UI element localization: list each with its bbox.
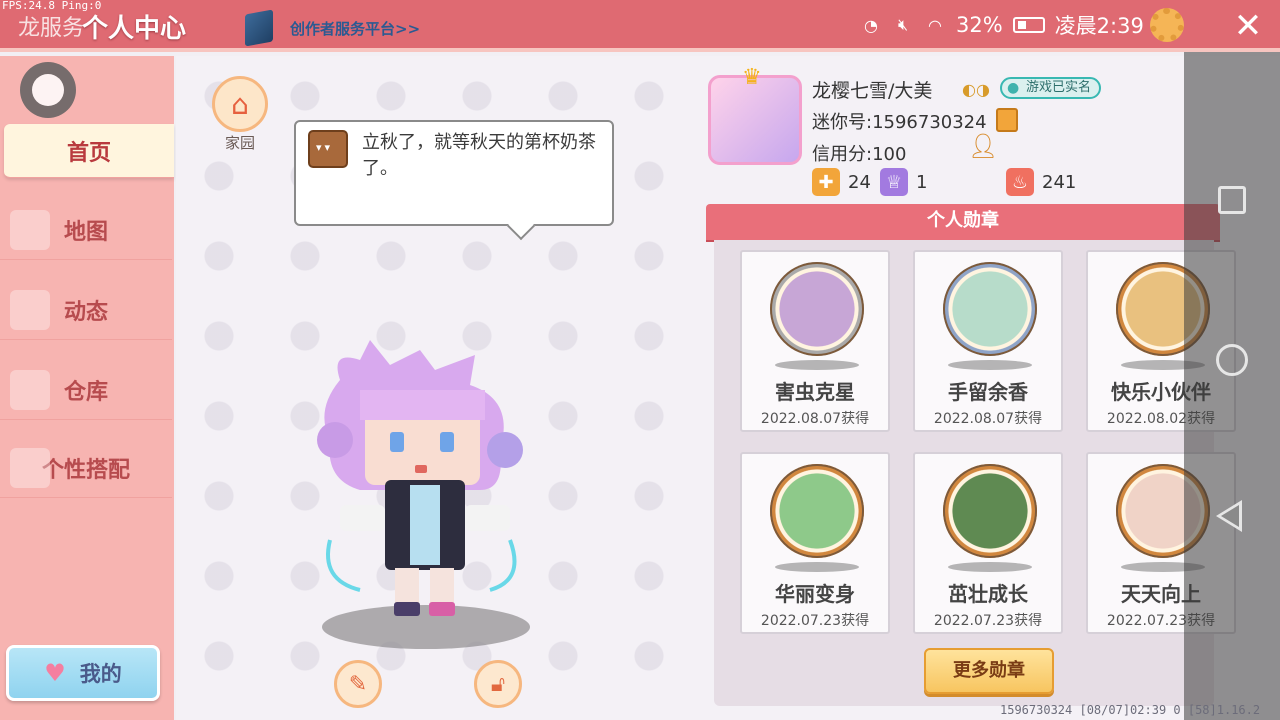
user-name: 龙樱七雪/大美 [812, 80, 933, 102]
medal-shadow [948, 360, 1032, 370]
medal-shadow [775, 562, 859, 572]
sidebar-item-map[interactable]: 地图 [0, 200, 172, 260]
battery-percent: 32% [956, 13, 1003, 37]
home-circle-icon[interactable] [1216, 344, 1248, 376]
sidebar-item-label: 仓库 [63, 379, 108, 405]
crown-icon: ♛ [742, 65, 762, 90]
sidebar-item-home[interactable]: 首页 [4, 124, 174, 178]
cup-icon: ♕ [880, 168, 908, 196]
sidebar-item-storage[interactable]: 仓库 [0, 360, 172, 420]
fire-icon: ♨ [1006, 168, 1034, 196]
medal-shadow [948, 562, 1032, 572]
bubble-text: 立秋了，就等秋天的第杯奶茶了。 [362, 132, 596, 179]
map-icon [10, 209, 50, 250]
creator-cube-icon[interactable] [245, 9, 273, 47]
creator-platform-link[interactable]: 创作者服务平台>> [290, 18, 420, 39]
house-icon: ⌂ [231, 87, 249, 121]
medal-icon [770, 262, 864, 356]
medal-name: 华丽变身 [775, 582, 855, 606]
medal-card[interactable]: 手留余香 2022.08.07获得 [913, 250, 1063, 432]
mini-id: 迷你号:1596730324 [812, 112, 987, 133]
credit-score: 信用分:100 [812, 144, 907, 165]
sidebar-item-label: 个性搭配 [41, 457, 130, 483]
sidebar-item-outfit[interactable]: 个性搭配 [0, 438, 172, 498]
recents-icon[interactable] [1218, 186, 1246, 214]
person-card-icon[interactable]: 👤︎ [968, 132, 998, 160]
heart-icon: ♥ [44, 659, 66, 687]
unlock-button[interactable]: 🔓︎ [474, 660, 522, 708]
mine-button[interactable]: ♥ 我的 [6, 645, 160, 701]
medal-date: 2022.07.23获得 [760, 613, 870, 629]
sidebar-item-label: 地图 [63, 219, 108, 245]
medal-card[interactable]: 华丽变身 2022.07.23获得 [740, 452, 890, 634]
medal-card[interactable]: 害虫克星 2022.08.07获得 [740, 250, 890, 432]
avatar-character[interactable] [300, 340, 540, 640]
copy-icon[interactable] [996, 108, 1018, 132]
medal-date: 2022.08.07获得 [933, 411, 1043, 427]
sidebar-item-feed[interactable]: 动态 [0, 280, 172, 340]
medal-date: 2022.08.07获得 [760, 411, 870, 427]
medal-name: 茁壮成长 [948, 582, 1028, 606]
medal-icon [770, 464, 864, 558]
record-button[interactable] [20, 62, 76, 118]
more-medals-button[interactable]: 更多勋章 [924, 648, 1054, 694]
mask-icon: ◐◑ [962, 80, 990, 99]
box-icon [10, 369, 50, 410]
sidebar-item-label: 首页 [66, 140, 111, 166]
block-face-icon [308, 130, 348, 168]
cup-stat: ♕ 1 [880, 168, 927, 196]
clock: 凌晨2:39 [1054, 14, 1144, 38]
edit-button[interactable]: ✎ [334, 660, 382, 708]
nfc-icon: ◔ [864, 15, 878, 35]
gear-icon[interactable] [1150, 8, 1184, 42]
lock-icon: 🔓︎ [490, 671, 506, 697]
medal-shadow [775, 360, 859, 370]
system-nav-bar [1184, 52, 1280, 720]
close-button[interactable]: ✕ [1228, 6, 1268, 46]
status-bar: ◔ 🔇︎ ◠ 32% 凌晨2:39 [860, 10, 1144, 40]
outfit-icon [10, 447, 50, 488]
medal-icon [943, 464, 1037, 558]
title-prefix: 龙服务 [18, 16, 85, 41]
medal-name: 手留余香 [948, 380, 1028, 404]
page-title: 个人中心 [82, 14, 187, 44]
medal-date: 2022.07.23获得 [933, 613, 1043, 629]
cup-count: 1 [916, 171, 928, 193]
flower-count: 24 [848, 171, 871, 193]
medal-icon [943, 262, 1037, 356]
debug-readout: 1596730324 [08/07]02:39 0 [58]1.16.2 [1000, 703, 1261, 717]
flower-icon: ✚ [812, 168, 840, 196]
medal-card[interactable]: 茁壮成长 2022.07.23获得 [913, 452, 1063, 634]
speech-bubble: 立秋了，就等秋天的第杯奶茶了。 [294, 120, 614, 226]
mute-icon: 🔇︎ [897, 15, 909, 34]
medal-name: 害虫克星 [775, 380, 855, 404]
medal-header: 个人勋章 [706, 204, 1220, 240]
sidebar-item-label: 动态 [63, 299, 108, 325]
pencil-icon: ✎ [348, 671, 368, 697]
back-icon[interactable] [1216, 500, 1242, 532]
battery-icon [1012, 17, 1045, 33]
bell-icon [10, 289, 50, 330]
fire-count: 241 [1042, 171, 1077, 193]
wifi-icon: ◠ [928, 15, 942, 35]
fire-stat: ♨ 241 [1006, 168, 1076, 196]
flower-stat: ✚ 24 [812, 168, 871, 196]
home-label: 家园 [224, 134, 255, 152]
realname-badge[interactable]: 游戏已实名 [1000, 77, 1102, 99]
mine-label: 我的 [79, 662, 122, 686]
top-bar: FPS:24.8 Ping:0 龙服务 个人中心 创作者服务平台>> ◔ 🔇︎ … [0, 0, 1280, 52]
home-button[interactable]: ⌂ [212, 76, 268, 132]
